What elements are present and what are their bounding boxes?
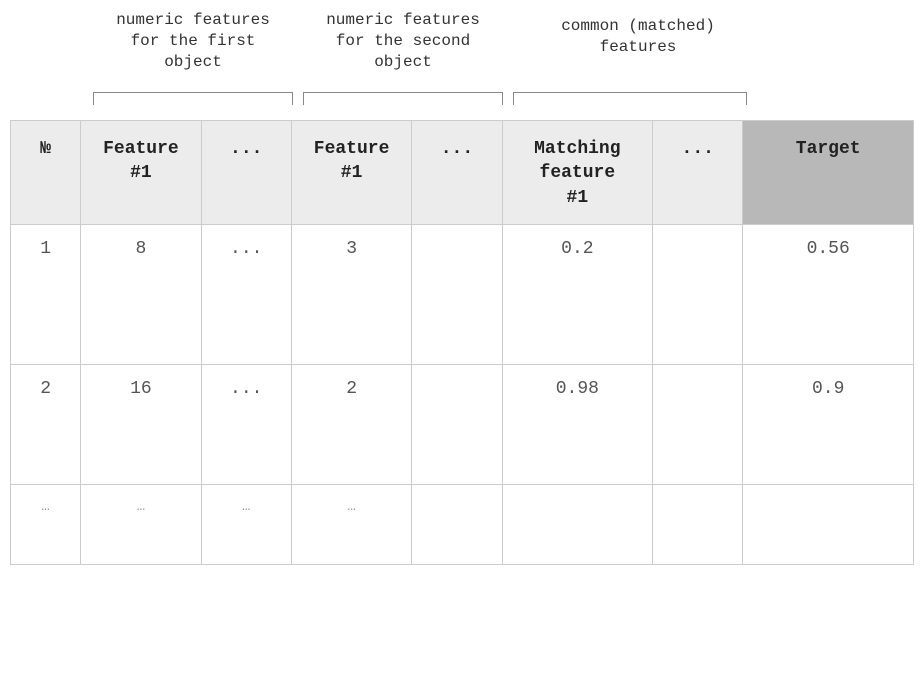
header-ellipsis-3: ... [653,121,743,225]
cell-ellipsis [743,484,914,564]
cell-feature1-second: 3 [291,224,411,364]
header-matching-feature: Matching feature #1 [502,121,653,225]
header-feature1-second: Feature #1 [291,121,411,225]
cell-feature1-first: 8 [81,224,201,364]
header-num: № [11,121,81,225]
bracket-group1 [93,92,293,104]
table-header-row: № Feature #1 ... Feature #1 ... Matching… [11,121,914,225]
cell-ellipsis: … [201,484,291,564]
header-target: Target [743,121,914,225]
header-feature1-first: Feature #1 [81,121,201,225]
feature-table: № Feature #1 ... Feature #1 ... Matching… [10,120,914,565]
annotation-group1: numeric features for the first object [88,10,298,72]
cell-ellipsis [412,364,502,484]
cell-ellipsis [412,484,502,564]
bracket-group2 [303,92,503,104]
bracket-group3 [513,92,747,104]
cell-matching: 0.2 [502,224,653,364]
cell-matching: 0.98 [502,364,653,484]
table-row: 1 8 ... 3 0.2 0.56 [11,224,914,364]
cell-ellipsis: … [11,484,81,564]
cell-ellipsis [412,224,502,364]
cell-target: 0.56 [743,224,914,364]
annotation-group2: numeric features for the second object [298,10,508,72]
header-ellipsis-1: ... [201,121,291,225]
table-row-ellipsis: … … … … [11,484,914,564]
cell-feature1-first: 16 [81,364,201,484]
cell-ellipsis [502,484,653,564]
annotation-group3: common (matched) features [518,16,758,58]
cell-num: 2 [11,364,81,484]
cell-target: 0.9 [743,364,914,484]
cell-ellipsis [653,364,743,484]
column-group-annotations: numeric features for the first object nu… [18,10,914,120]
cell-ellipsis: ... [201,224,291,364]
table-row: 2 16 ... 2 0.98 0.9 [11,364,914,484]
cell-ellipsis [653,224,743,364]
cell-ellipsis [653,484,743,564]
header-ellipsis-2: ... [412,121,502,225]
cell-ellipsis: ... [201,364,291,484]
cell-ellipsis: … [81,484,201,564]
cell-ellipsis: … [291,484,411,564]
cell-feature1-second: 2 [291,364,411,484]
cell-num: 1 [11,224,81,364]
